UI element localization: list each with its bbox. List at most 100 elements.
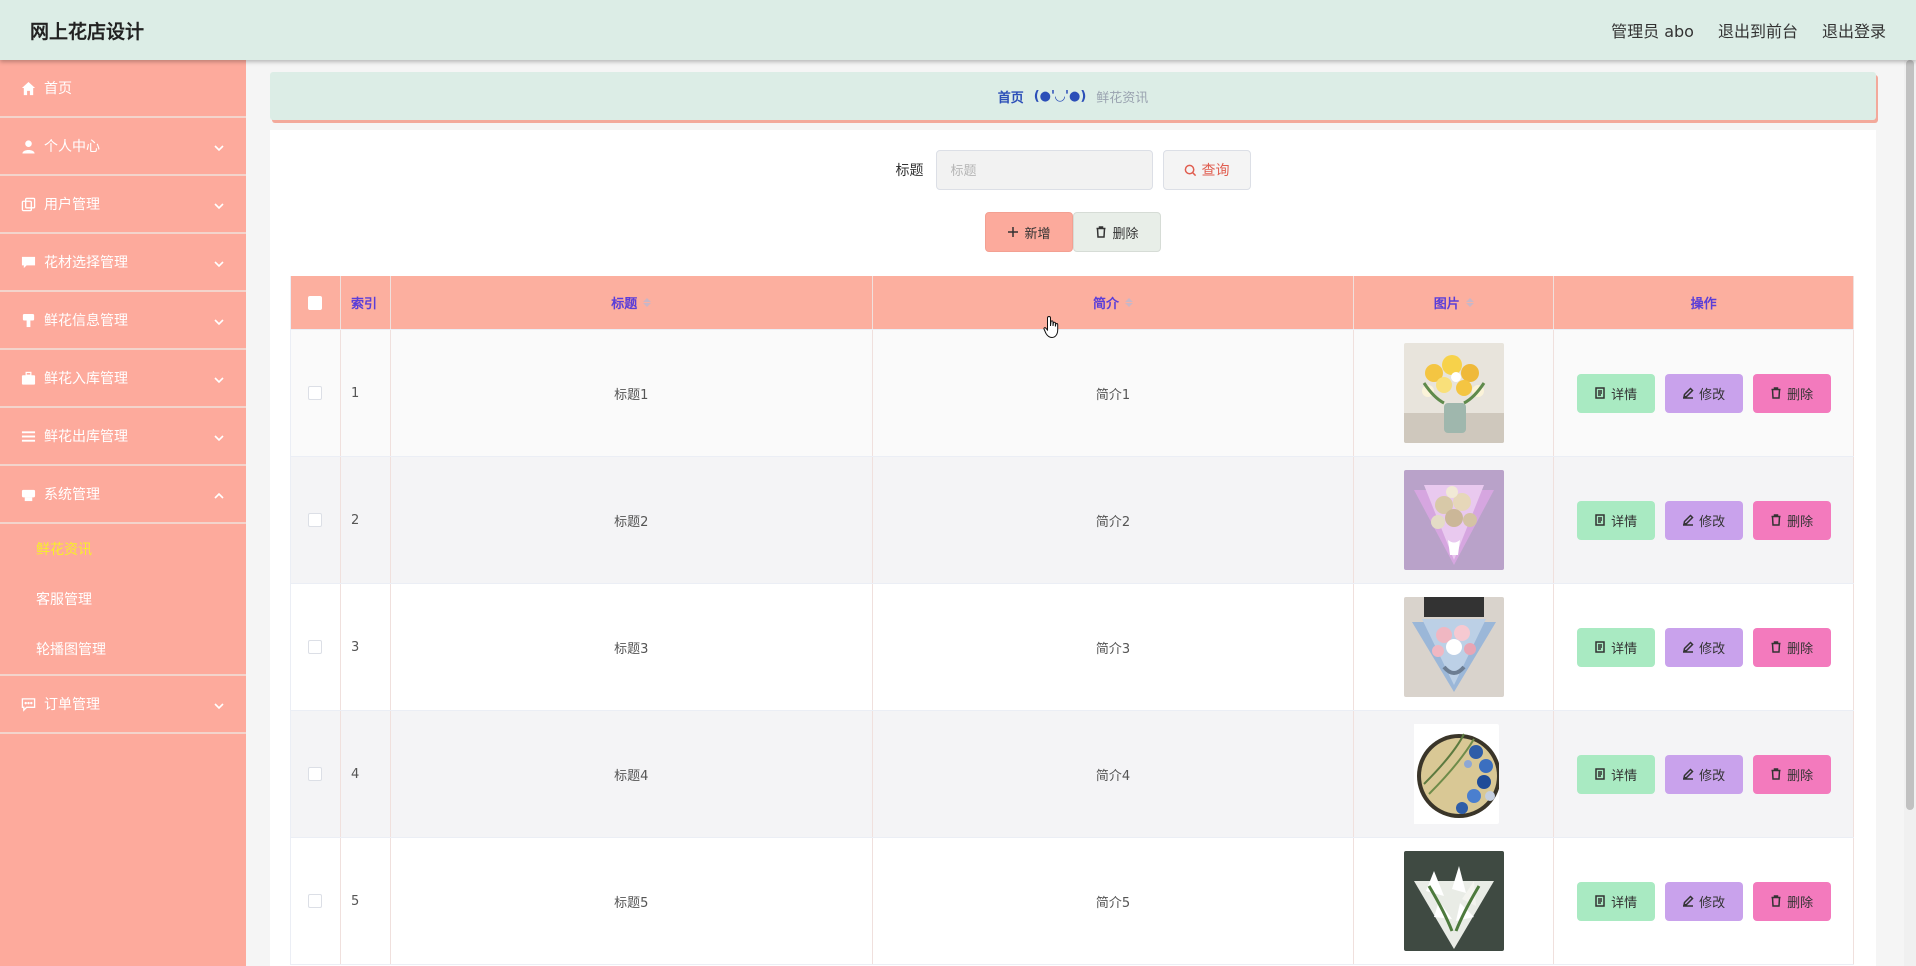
row-title: 标题4: [391, 711, 873, 837]
sidebar-item-label: 用户管理: [44, 197, 100, 213]
sort-icon[interactable]: [1465, 298, 1474, 307]
blue-bouquet-image[interactable]: [1403, 597, 1504, 697]
sidebar: 首页 个人中心 用户管理 花材选择管理 鲜花信息管理 鲜花入库管理 鲜花出库管理…: [0, 60, 246, 966]
row-intro: 简介2: [873, 457, 1355, 583]
title-search-input[interactable]: [935, 150, 1153, 190]
row-checkbox[interactable]: [308, 767, 323, 781]
chevron-down-icon: [214, 257, 224, 268]
add-button[interactable]: 新增: [985, 212, 1073, 252]
breadcrumb-emoticon: (●'◡'●): [1033, 88, 1087, 104]
message-icon: [20, 696, 36, 712]
user-icon: [20, 138, 36, 154]
row-checkbox[interactable]: [308, 640, 323, 654]
edit-button[interactable]: 修改: [1664, 627, 1743, 667]
news-table: 索引 标题 简介 图片 操作 1 标题1 简介1 详情 修改 删除 2 标题2 …: [290, 276, 1854, 965]
breadcrumb-home[interactable]: 首页: [998, 87, 1024, 106]
row-checkbox[interactable]: [308, 513, 323, 527]
row-image-cell: [1354, 584, 1555, 710]
row-check-cell: [291, 457, 341, 583]
detail-label: 详情: [1611, 387, 1638, 403]
delete-button[interactable]: 删除: [1752, 627, 1831, 667]
menu-icon: [20, 428, 36, 444]
chevron-down-icon: [214, 699, 224, 710]
sort-icon[interactable]: [1124, 298, 1133, 307]
purple-bouquet-image[interactable]: [1403, 470, 1504, 570]
row-ops: 详情 修改 删除: [1554, 838, 1854, 964]
header-intro[interactable]: 简介: [873, 276, 1355, 329]
batch-delete-button[interactable]: 删除: [1073, 212, 1161, 252]
row-image-cell: [1354, 838, 1555, 964]
chevron-down-icon: [214, 141, 224, 152]
home-icon: [20, 80, 36, 96]
row-checkbox[interactable]: [308, 386, 323, 400]
scrollbar-thumb[interactable]: [1906, 60, 1914, 810]
blue-wreath-image[interactable]: [1409, 724, 1499, 824]
table-row: 5 标题5 简介5 详情 修改 删除: [291, 838, 1854, 965]
detail-button[interactable]: 详情: [1576, 500, 1655, 540]
detail-button[interactable]: 详情: [1576, 373, 1655, 413]
batch-delete-button-label: 删除: [1112, 226, 1139, 242]
detail-label: 详情: [1611, 641, 1638, 657]
delete-button[interactable]: 删除: [1752, 500, 1831, 540]
sidebar-item-flower-outbound[interactable]: 鲜花出库管理: [0, 408, 246, 466]
document-icon: [1595, 514, 1605, 526]
header-image[interactable]: 图片: [1354, 276, 1555, 329]
header-ops: 操作: [1554, 276, 1854, 329]
sidebar-item-flower-material[interactable]: 花材选择管理: [0, 234, 246, 292]
detail-button[interactable]: 详情: [1576, 881, 1655, 921]
row-title: 标题1: [391, 330, 873, 456]
select-all-checkbox[interactable]: [308, 295, 323, 310]
sidebar-item-personal-center[interactable]: 个人中心: [0, 118, 246, 176]
sidebar-item-flower-info[interactable]: 鲜花信息管理: [0, 292, 246, 350]
edit-button[interactable]: 修改: [1664, 373, 1743, 413]
edit-button[interactable]: 修改: [1664, 881, 1743, 921]
copy-icon: [20, 196, 36, 212]
header-intro-label: 简介: [1092, 297, 1119, 312]
row-image-cell: [1354, 330, 1555, 456]
chevron-down-icon: [214, 199, 224, 210]
delete-button[interactable]: 删除: [1752, 881, 1831, 921]
exit-to-front-link[interactable]: 退出到前台: [1718, 18, 1798, 42]
sidebar-item-order-management[interactable]: 订单管理: [0, 676, 246, 734]
header-check-cell: [291, 276, 341, 329]
page-scrollbar[interactable]: [1904, 60, 1916, 966]
sort-icon[interactable]: [643, 298, 652, 307]
header-title[interactable]: 标题: [391, 276, 873, 329]
sidebar-item-flower-inbound[interactable]: 鲜花入库管理: [0, 350, 246, 408]
sidebar-item-label: 鲜花入库管理: [44, 371, 128, 387]
sidebar-item-home[interactable]: 首页: [0, 60, 246, 118]
sidebar-subitem-customer-service[interactable]: 客服管理: [0, 574, 246, 624]
edit-label: 修改: [1699, 895, 1726, 911]
briefcase-icon: [20, 370, 36, 386]
logout-link[interactable]: 退出登录: [1822, 18, 1886, 42]
edit-button[interactable]: 修改: [1664, 500, 1743, 540]
delete-button[interactable]: 删除: [1752, 754, 1831, 794]
search-icon: [1184, 164, 1196, 176]
white-lily-image[interactable]: [1403, 851, 1504, 951]
row-intro: 简介1: [873, 330, 1355, 456]
row-index: 5: [341, 838, 391, 964]
sidebar-subitem-carousel[interactable]: 轮播图管理: [0, 624, 246, 674]
row-title: 标题2: [391, 457, 873, 583]
detail-button[interactable]: 详情: [1576, 754, 1655, 794]
sidebar-subitem-flower-news[interactable]: 鲜花资讯: [0, 524, 246, 574]
admin-user-label[interactable]: 管理员 abo: [1611, 18, 1694, 42]
sidebar-item-user-management[interactable]: 用户管理: [0, 176, 246, 234]
sidebar-item-label: 首页: [44, 81, 72, 97]
edit-icon: [1683, 387, 1694, 399]
detail-label: 详情: [1611, 768, 1638, 784]
edit-icon: [1683, 514, 1694, 526]
detail-button[interactable]: 详情: [1576, 627, 1655, 667]
sidebar-item-system-management[interactable]: 系统管理: [0, 466, 246, 524]
query-button[interactable]: 查询: [1162, 150, 1251, 190]
delete-button[interactable]: 删除: [1752, 373, 1831, 413]
row-checkbox[interactable]: [308, 894, 323, 908]
row-ops: 详情 修改 删除: [1554, 330, 1854, 456]
yellow-bouquet-image[interactable]: [1403, 343, 1504, 443]
query-button-label: 查询: [1201, 163, 1230, 179]
row-index: 4: [341, 711, 391, 837]
edit-label: 修改: [1699, 641, 1726, 657]
sidebar-item-label: 鲜花出库管理: [44, 429, 128, 445]
chevron-down-icon: [214, 431, 224, 442]
edit-button[interactable]: 修改: [1664, 754, 1743, 794]
